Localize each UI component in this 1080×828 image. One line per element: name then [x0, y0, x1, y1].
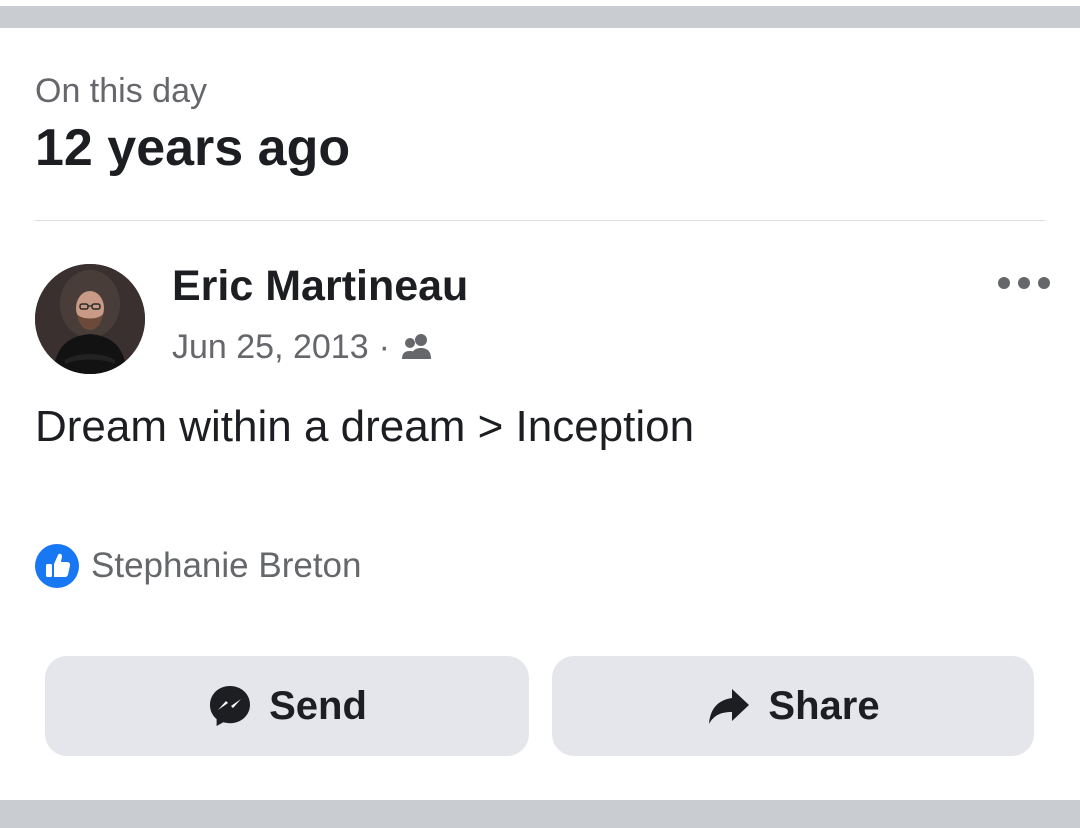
bottom-separator-band — [0, 800, 1080, 828]
memory-kicker: On this day — [35, 72, 207, 110]
more-options-icon — [998, 277, 1050, 289]
more-options-button[interactable] — [995, 268, 1055, 298]
post-date[interactable]: Jun 25, 2013 — [172, 328, 369, 367]
messenger-icon — [210, 686, 251, 726]
avatar[interactable] — [35, 264, 145, 374]
send-label: Send — [269, 683, 367, 728]
reactions-summary[interactable]: Stephanie Breton — [35, 543, 361, 589]
share-button[interactable]: Share — [552, 656, 1034, 756]
post-meta: Jun 25, 2013 · — [172, 325, 434, 369]
divider — [35, 220, 1045, 221]
friends-icon[interactable] — [400, 332, 434, 362]
send-button[interactable]: Send — [45, 656, 529, 756]
like-icon — [35, 544, 79, 588]
memory-title[interactable]: 12 years ago — [35, 118, 350, 178]
share-arrow-icon — [709, 689, 750, 724]
post-author[interactable]: Eric Martineau — [172, 262, 468, 311]
top-separator-bar — [0, 6, 1080, 28]
post-text: Dream within a dream > Inception — [35, 402, 695, 451]
avatar-photo — [35, 264, 145, 374]
meta-separator: · — [378, 327, 390, 366]
top-separator-band — [0, 0, 1080, 28]
reactors-names: Stephanie Breton — [91, 546, 362, 585]
share-label: Share — [768, 683, 880, 728]
